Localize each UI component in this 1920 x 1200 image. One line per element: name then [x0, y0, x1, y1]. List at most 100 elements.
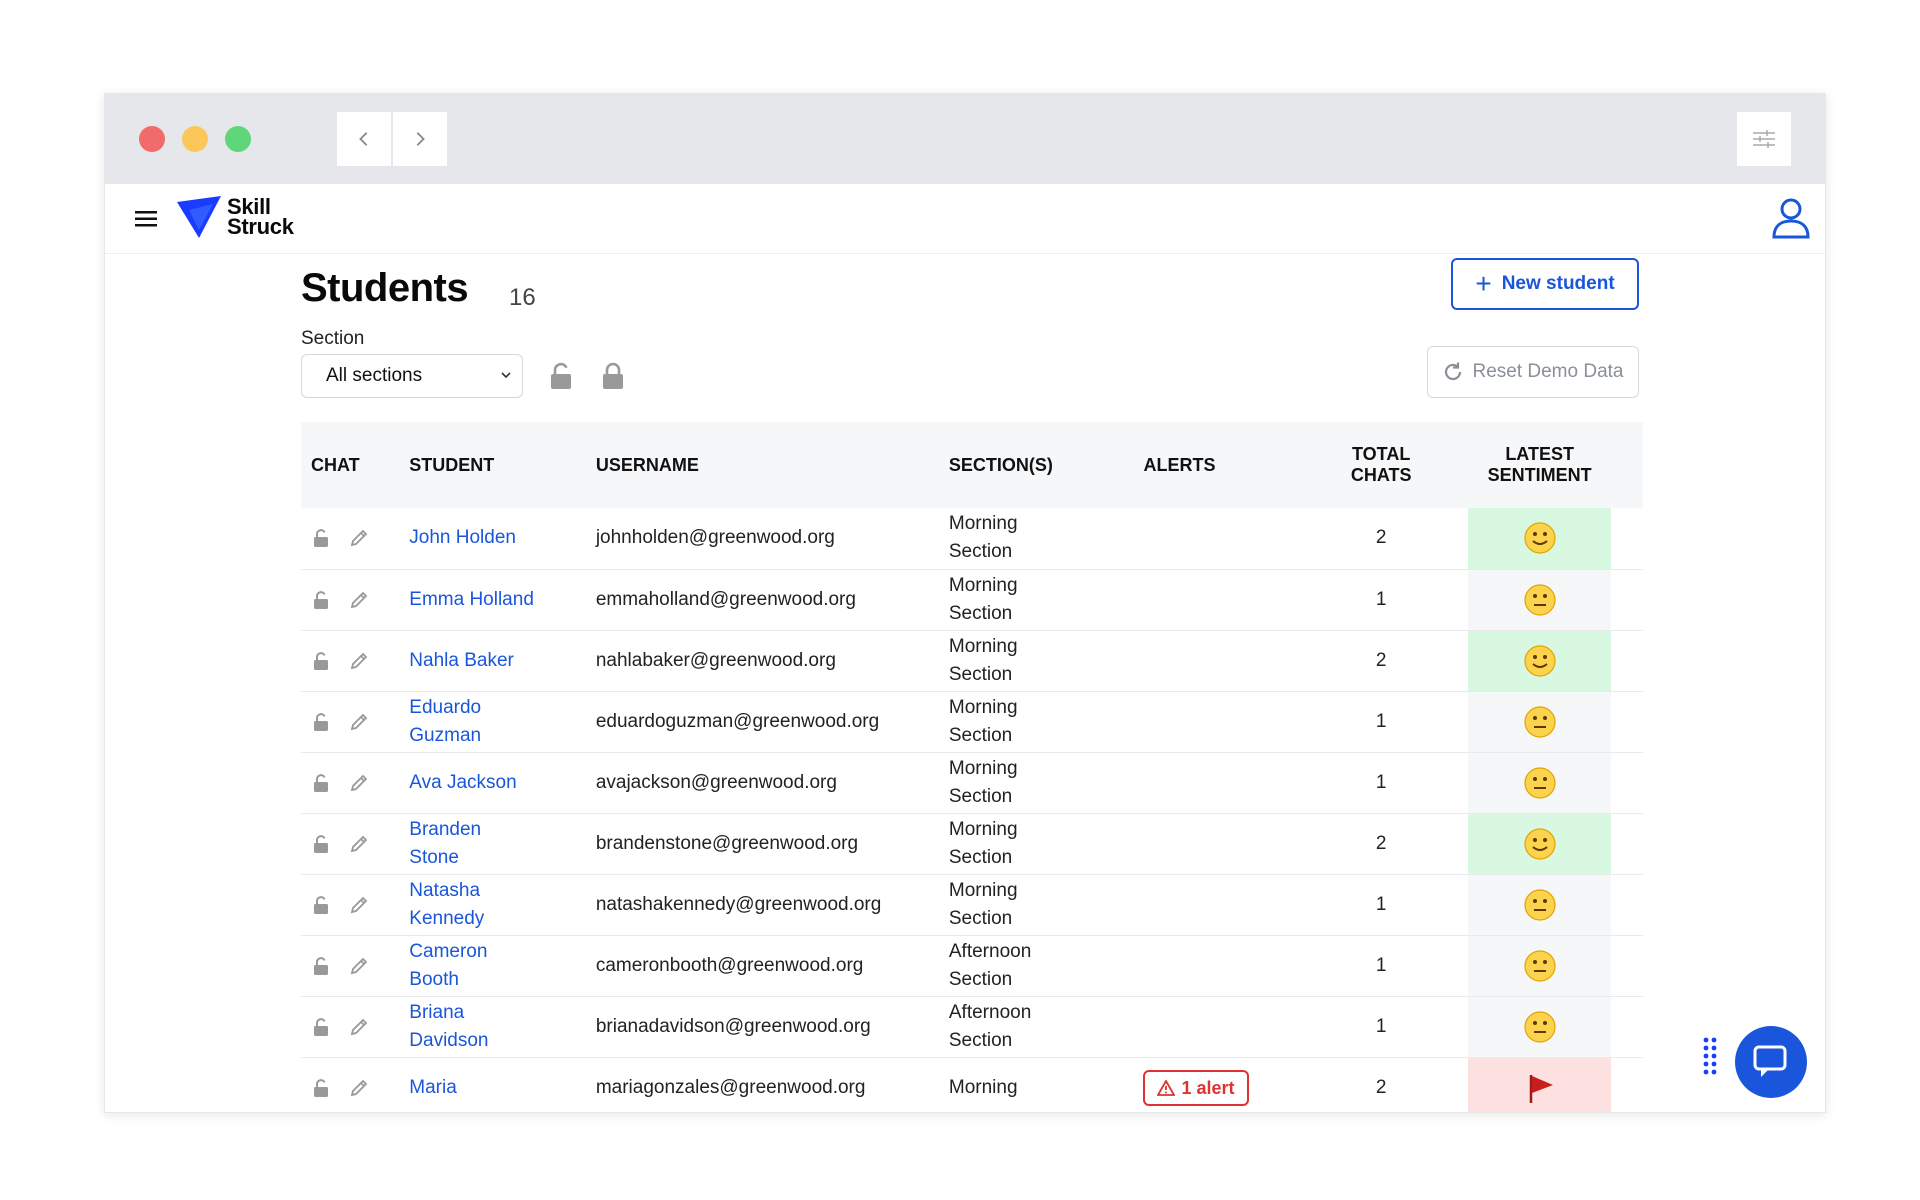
- unlock-icon[interactable]: [311, 956, 331, 976]
- section-line2: Section: [948, 663, 1013, 685]
- student-name-link[interactable]: Briana Davidson: [409, 999, 576, 1055]
- header-chat[interactable]: CHAT: [301, 422, 400, 508]
- header-sections[interactable]: SECTION(S): [938, 422, 1134, 508]
- unlock-icon[interactable]: [311, 1017, 331, 1037]
- section-line2: Section: [948, 1029, 1013, 1051]
- section-line2: Section: [948, 724, 1013, 746]
- alerts-cell: [1133, 569, 1294, 631]
- unlock-icon[interactable]: [311, 651, 331, 671]
- row-spacer: [1610, 752, 1643, 814]
- header-latest-line2: SENTIMENT: [1487, 465, 1592, 485]
- header-total-chats[interactable]: TOTAL CHATS: [1293, 422, 1469, 508]
- forward-button[interactable]: [393, 112, 447, 166]
- reset-demo-data-button[interactable]: Reset Demo Data: [1427, 346, 1639, 398]
- pencil-icon[interactable]: [349, 895, 369, 915]
- alert-badge[interactable]: 1 alert: [1143, 1069, 1249, 1106]
- student-name-link[interactable]: Eduardo Guzman: [409, 694, 576, 750]
- pencil-icon[interactable]: [349, 1017, 369, 1037]
- student-cell: Natasha Kennedy: [399, 874, 586, 936]
- unlock-icon[interactable]: [311, 773, 331, 793]
- skill-struck-logo[interactable]: Skill Struck: [177, 196, 294, 238]
- maximize-window-dot[interactable]: [225, 126, 251, 152]
- total-chats-cell: 2: [1293, 1057, 1469, 1112]
- hamburger-menu-icon[interactable]: [135, 210, 159, 228]
- student-cell: Nahla Baker: [399, 630, 586, 692]
- student-cell: John Holden: [399, 508, 586, 570]
- unlock-icon[interactable]: [311, 1078, 331, 1098]
- student-name-link[interactable]: Ava Jackson: [409, 769, 576, 797]
- section-line2: Section: [948, 968, 1013, 990]
- table-row: Briana Davidson brianadavidson@greenwood.o…: [301, 996, 1643, 1058]
- unlock-icon[interactable]: [311, 712, 331, 732]
- unlock-icon[interactable]: [311, 590, 331, 610]
- header-username[interactable]: USERNAME: [585, 422, 939, 508]
- pencil-icon[interactable]: [349, 590, 369, 610]
- chat-cell: [301, 935, 400, 997]
- username-cell: avajackson@greenwood.org: [585, 752, 939, 814]
- user-account-icon[interactable]: [1771, 197, 1811, 239]
- chevron-left-icon: [359, 132, 368, 146]
- section-cell: Afternoon Section: [938, 996, 1134, 1058]
- new-student-button[interactable]: + New student: [1451, 258, 1639, 310]
- student-cell: Ava Jackson: [399, 752, 586, 814]
- happy-face-icon: [1524, 644, 1556, 677]
- student-name-link[interactable]: Natasha Kennedy: [409, 877, 576, 933]
- row-spacer: [1610, 691, 1643, 753]
- student-name-line2: Stone: [409, 846, 459, 868]
- total-chats-cell: 1: [1293, 752, 1469, 814]
- refresh-icon: [1445, 362, 1462, 381]
- unlock-icon[interactable]: [311, 895, 331, 915]
- student-cell: Eduardo Guzman: [399, 691, 586, 753]
- student-count: 16: [509, 284, 536, 311]
- student-name-link[interactable]: Cameron Booth: [409, 938, 576, 994]
- total-chats-cell: 1: [1293, 569, 1469, 631]
- chat-widget-button[interactable]: [1735, 1026, 1807, 1098]
- drag-handle-icon[interactable]: [1703, 1037, 1717, 1079]
- pencil-icon[interactable]: [349, 651, 369, 671]
- total-chats-cell: 1: [1293, 996, 1469, 1058]
- pencil-icon[interactable]: [349, 1078, 369, 1098]
- section-line1: Morning: [948, 513, 1018, 535]
- unlock-all-icon[interactable]: [547, 362, 575, 390]
- pencil-icon[interactable]: [349, 528, 369, 548]
- student-name-link[interactable]: Branden Stone: [409, 816, 576, 872]
- back-button[interactable]: [337, 112, 391, 166]
- header-alerts[interactable]: ALERTS: [1133, 422, 1294, 508]
- student-name-link[interactable]: Maria: [409, 1074, 576, 1102]
- total-chats-cell: 1: [1293, 691, 1469, 753]
- lock-all-icon[interactable]: [599, 362, 627, 390]
- student-name-link[interactable]: John Holden: [409, 524, 576, 552]
- unlock-icon[interactable]: [311, 834, 331, 854]
- pencil-icon[interactable]: [349, 773, 369, 793]
- student-name-link[interactable]: Emma Holland: [409, 586, 576, 614]
- main-content: Students 16 + New student Section All se…: [297, 254, 1643, 1112]
- unlock-icon[interactable]: [311, 528, 331, 548]
- alerts-cell: [1133, 508, 1294, 570]
- chat-actions: [311, 956, 389, 976]
- minimize-window-dot[interactable]: [182, 126, 208, 152]
- section-select[interactable]: All sections: [301, 354, 523, 398]
- close-window-dot[interactable]: [139, 126, 165, 152]
- plus-icon: +: [1475, 268, 1492, 299]
- username-cell: eduardoguzman@greenwood.org: [585, 691, 939, 753]
- student-name-line1: Emma Holland: [409, 588, 534, 610]
- logo-line-2: Struck: [227, 214, 294, 239]
- pencil-icon[interactable]: [349, 956, 369, 976]
- section-line1: Morning: [948, 1076, 1018, 1098]
- header-latest-sentiment[interactable]: LATEST SENTIMENT: [1468, 422, 1611, 508]
- neutral-face-icon: [1524, 1010, 1556, 1043]
- table-row: Ava Jackson avajackson@greenwood.org Morni…: [301, 752, 1643, 814]
- pencil-icon[interactable]: [349, 712, 369, 732]
- chat-actions: [311, 834, 389, 854]
- row-spacer: [1610, 508, 1643, 570]
- header-latest-line1: LATEST: [1505, 444, 1574, 464]
- student-cell: Branden Stone: [399, 813, 586, 875]
- username-cell: brianadavidson@greenwood.org: [585, 996, 939, 1058]
- browser-settings-button[interactable]: [1737, 112, 1791, 166]
- header-student[interactable]: STUDENT: [399, 422, 586, 508]
- student-name-line1: Maria: [409, 1076, 457, 1098]
- section-label: Section: [301, 328, 365, 349]
- sentiment-cell: [1468, 752, 1611, 814]
- pencil-icon[interactable]: [349, 834, 369, 854]
- student-name-link[interactable]: Nahla Baker: [409, 647, 576, 675]
